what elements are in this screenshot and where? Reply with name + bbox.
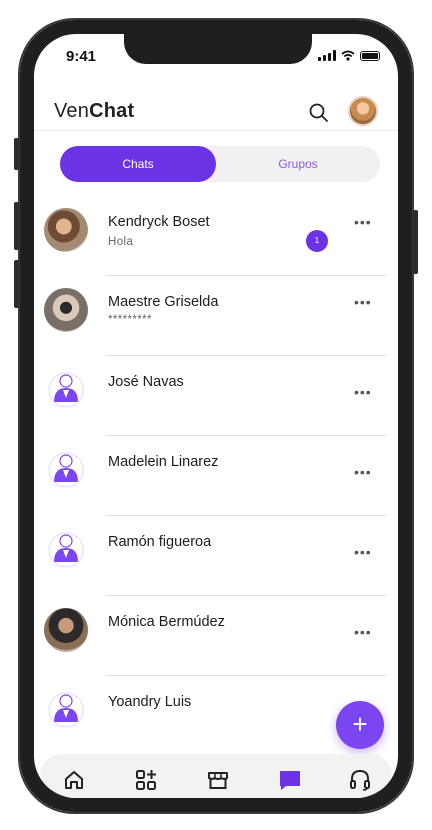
side-button-volume-up — [14, 202, 19, 250]
status-icons — [318, 50, 380, 61]
bottom-nav — [40, 754, 392, 798]
row-divider — [106, 515, 386, 516]
chat-tabs: Chats Grupos — [60, 146, 380, 182]
chat-item-jose[interactable]: José Navas ••• — [34, 368, 398, 448]
battery-icon — [360, 50, 380, 61]
app-header: VenChat — [34, 96, 398, 132]
side-button-power — [413, 210, 418, 274]
new-chat-button[interactable]: + — [336, 701, 384, 749]
contact-avatar — [44, 288, 88, 332]
wifi-icon — [341, 50, 355, 61]
more-options-icon[interactable]: ••• — [354, 385, 372, 402]
contact-name: Kendryck Boset — [108, 214, 210, 230]
home-icon[interactable] — [60, 766, 88, 794]
chat-item-madelein[interactable]: Madelein Linarez ••• — [34, 448, 398, 528]
more-options-icon[interactable]: ••• — [354, 295, 372, 312]
row-divider — [106, 595, 386, 596]
contact-name: José Navas — [108, 374, 184, 390]
contact-avatar — [44, 208, 88, 252]
chat-item-ramon[interactable]: Ramón figueroa ••• — [34, 528, 398, 608]
store-icon[interactable] — [204, 766, 232, 794]
message-preview: Hola — [108, 236, 134, 248]
headset-icon[interactable] — [346, 766, 374, 794]
contact-name: Madelein Linarez — [108, 454, 219, 470]
default-user-icon — [48, 532, 84, 568]
more-options-icon[interactable]: ••• — [354, 545, 372, 562]
tab-chats[interactable]: Chats — [60, 146, 216, 182]
brand-bold: Chat — [89, 100, 135, 122]
brand-prefix: Ven — [54, 100, 90, 122]
tab-grupos[interactable]: Grupos — [216, 146, 380, 182]
signal-icon — [318, 50, 336, 61]
contact-name: Mónica Bermúdez — [108, 614, 225, 630]
more-options-icon[interactable]: ••• — [354, 465, 372, 482]
header-divider — [34, 130, 398, 131]
default-user-icon — [48, 452, 84, 488]
more-options-icon[interactable]: ••• — [354, 215, 372, 232]
row-divider — [106, 275, 386, 276]
unread-badge: 1 — [306, 230, 328, 252]
default-user-icon — [48, 692, 84, 728]
row-divider — [106, 435, 386, 436]
side-button-volume-down — [14, 260, 19, 308]
more-options-icon[interactable]: ••• — [354, 625, 372, 642]
message-preview: ********* — [108, 314, 152, 326]
app-logo: VenChat — [54, 100, 134, 123]
chat-item-kendryck[interactable]: Kendryck Boset Hola 1 ••• — [34, 208, 398, 288]
row-divider — [106, 675, 386, 676]
contact-name: Ramón figueroa — [108, 534, 212, 550]
notch — [124, 34, 312, 64]
chat-icon[interactable] — [276, 766, 304, 794]
row-divider — [106, 355, 386, 356]
contact-avatar — [44, 608, 88, 652]
search-icon[interactable] — [308, 102, 330, 124]
apps-add-icon[interactable] — [132, 766, 160, 794]
contact-name: Yoandry Luis — [108, 694, 192, 710]
chat-item-monica[interactable]: Mónica Bermúdez ••• — [34, 608, 398, 688]
status-time: 9:41 — [66, 48, 97, 65]
user-avatar[interactable] — [348, 96, 378, 126]
default-user-icon — [48, 372, 84, 408]
phone-frame: 9:41 VenChat Chats Grupos Kendryck Boset… — [14, 18, 418, 814]
contact-name: Maestre Griselda — [108, 294, 219, 310]
side-button-mute — [14, 138, 19, 170]
chat-item-griselda[interactable]: Maestre Griselda ********* ••• — [34, 288, 398, 368]
screen: 9:41 VenChat Chats Grupos Kendryck Boset… — [34, 34, 398, 798]
